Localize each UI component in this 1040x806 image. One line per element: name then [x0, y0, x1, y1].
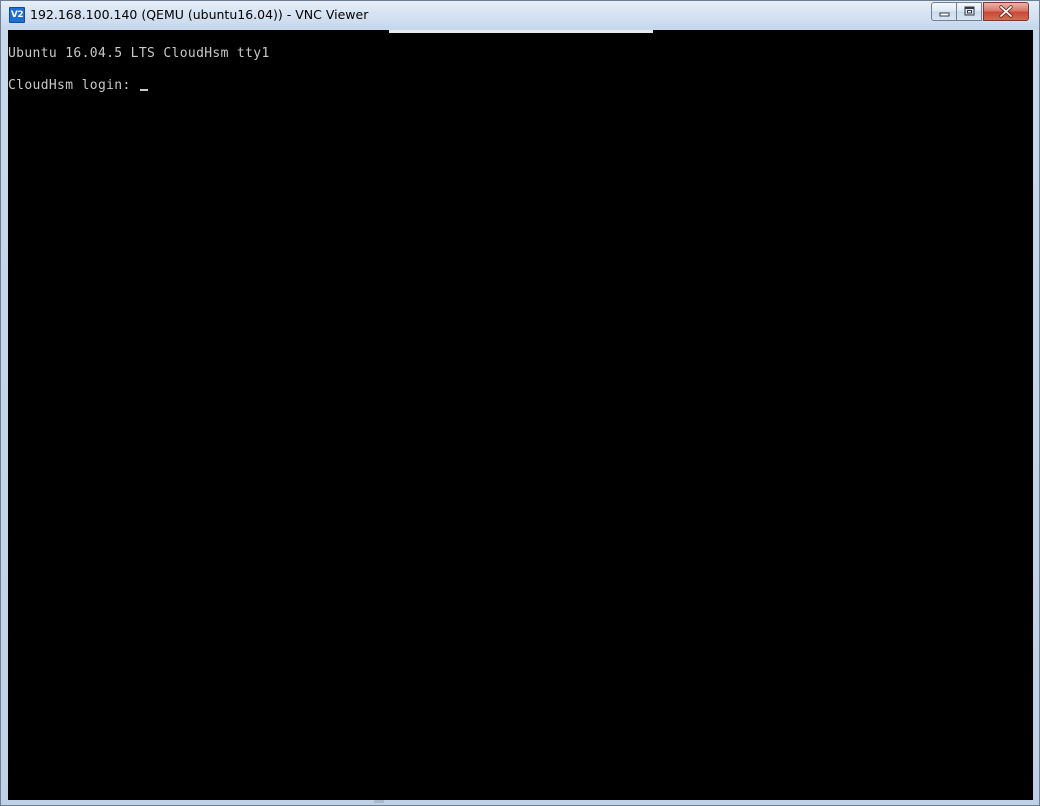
- vnc-viewer-window: V2 192.168.100.140 (QEMU (ubuntu16.04)) …: [0, 0, 1040, 806]
- terminal-login-line[interactable]: CloudHsm login:: [8, 78, 148, 93]
- vnc-toolbar-handle[interactable]: [389, 30, 653, 33]
- restore-button[interactable]: [956, 2, 982, 21]
- text-cursor: [139, 89, 148, 91]
- terminal-banner-line: Ubuntu 16.04.5 LTS CloudHsm tty1: [8, 46, 270, 61]
- resize-grip[interactable]: [374, 800, 384, 803]
- window-title: 192.168.100.140 (QEMU (ubuntu16.04)) - V…: [30, 7, 369, 22]
- login-prompt: CloudHsm login:: [8, 78, 139, 93]
- remote-screen[interactable]: Ubuntu 16.04.5 LTS CloudHsm tty1 CloudHs…: [8, 30, 1033, 800]
- title-bar[interactable]: V2 192.168.100.140 (QEMU (ubuntu16.04)) …: [1, 1, 1039, 29]
- restore-icon: [964, 6, 975, 16]
- minimize-icon: [939, 12, 950, 17]
- close-button[interactable]: [983, 2, 1029, 21]
- close-icon: [999, 5, 1013, 18]
- minimize-button[interactable]: [931, 2, 957, 21]
- vnc-viewer-icon[interactable]: V2: [9, 7, 25, 23]
